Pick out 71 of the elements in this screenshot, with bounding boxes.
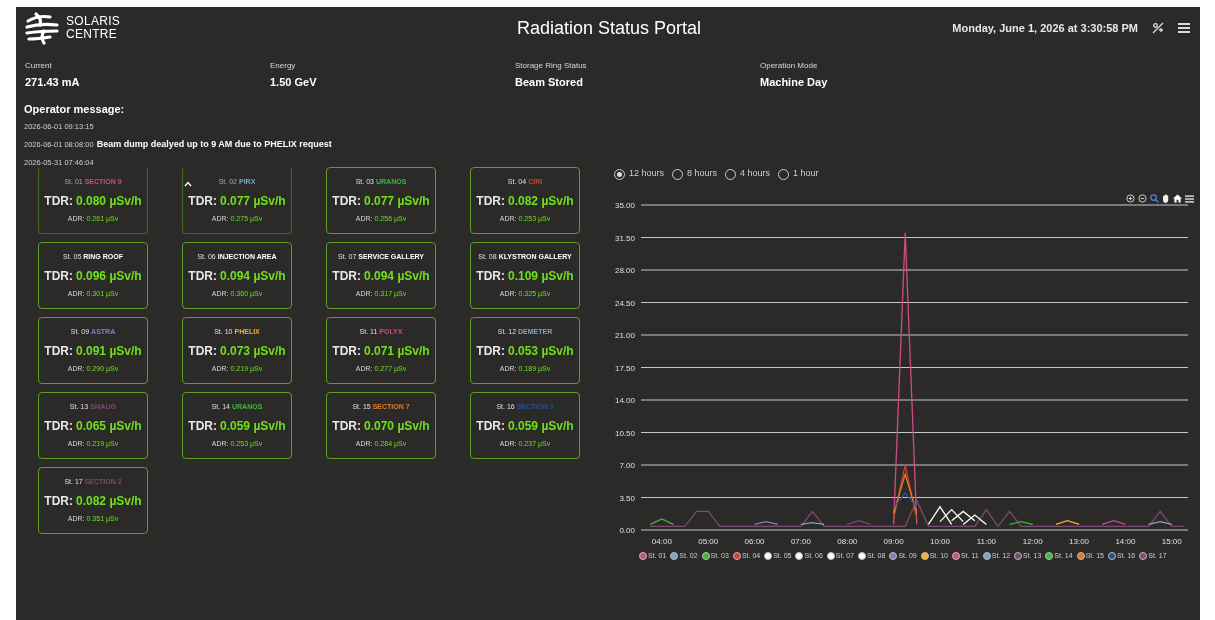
axis-label: 08:00 [837,537,858,546]
axis-label: 31.50 [614,233,635,243]
tdr-value: 0.059 µSv/h [220,417,286,435]
tdr-value: 0.065 µSv/h [76,417,142,435]
axis-label: 05:00 [698,537,719,546]
tdr-label: TDR: [332,267,361,285]
tdr-value: 0.053 µSv/h [508,342,574,360]
stat-value: 271.43 mA [25,75,80,90]
tdr-label: TDR: [188,267,217,285]
axis-label: 13:00 [1069,537,1090,546]
tdr-value: 0.094 µSv/h [220,267,286,285]
tdr-value: 0.082 µSv/h [76,492,142,510]
tdr-label: TDR: [188,417,217,435]
tdr-value: 0.077 µSv/h [364,192,430,210]
logo-text: SOLARIS [66,15,121,28]
axis-label: 17.50 [614,363,635,373]
axis-label: 0.00 [619,526,635,535]
axis-label: 24.50 [614,298,635,308]
tdr-label: TDR: [332,192,361,210]
section-heading: Operator message: [24,101,126,117]
axis-label: 09:00 [883,537,904,546]
axis-label: 12:00 [1022,537,1043,546]
tdr-value: 0.077 µSv/h [220,192,286,210]
tdr-label: TDR: [188,342,217,360]
stat-value: Machine Day [760,75,828,90]
tdr-value: 0.096 µSv/h [76,267,142,285]
tdr-value: 0.091 µSv/h [76,342,142,360]
message-text: Beam dump dealyed up to 9 AM due to PHELIX request [96,137,332,151]
logo-text: CENTRE [66,28,119,41]
stat-label: Energy [270,60,296,72]
axis-label: 10.50 [614,428,635,438]
axis-label: 14:00 [1115,537,1136,546]
tdr-label: TDR: [332,417,361,435]
stat-value: Beam Stored [515,75,583,90]
tdr-label: TDR: [44,417,73,435]
stat-label: Operation Mode [760,60,818,72]
axis-label: 04:00 [651,537,672,546]
axis-label: 28.00 [614,266,635,275]
tdr-label: TDR: [44,492,73,510]
tdr-label: TDR: [476,192,505,210]
page-title: Radiation Status Portal [515,16,703,40]
axis-label: 21.00 [614,331,635,340]
tdr-value: 0.094 µSv/h [364,267,430,285]
tdr-value: 0.109 µSv/h [508,267,574,285]
axis-label: 7.00 [619,461,635,470]
stat-value: 1.50 GeV [270,75,317,90]
tdr-label: TDR: [476,417,505,435]
axis-label: 15:00 [1161,537,1182,546]
axis-label: 3.50 [619,493,635,503]
date-time: Monday, June 1, 2026 at 3:30:58 PM [952,20,1138,36]
tdr-value: 0.071 µSv/h [364,342,430,360]
axis-label: 11:00 [976,537,997,546]
tdr-label: TDR: [44,192,73,210]
tdr-value: 0.059 µSv/h [508,417,574,435]
stat-label: Current [25,60,52,72]
tdr-label: TDR: [44,267,73,285]
axis-label: 35.00 [614,201,635,210]
tdr-value: 0.070 µSv/h [364,417,430,435]
tdr-label: TDR: [476,342,505,360]
axis-label: 14.00 [614,396,635,405]
tdr-label: TDR: [188,192,217,210]
tdr-label: TDR: [332,342,361,360]
tdr-label: TDR: [476,267,505,285]
tdr-value: 0.080 µSv/h [76,192,142,210]
axis-label: 06:00 [744,537,765,546]
stat-label: Storage Ring Status [515,60,587,72]
tdr-value: 0.082 µSv/h [508,192,574,210]
tdr-value: 0.073 µSv/h [220,342,286,360]
axis-label: 10:00 [930,537,950,546]
tdr-label: TDR: [44,342,73,360]
axis-label: 07:00 [790,537,811,546]
